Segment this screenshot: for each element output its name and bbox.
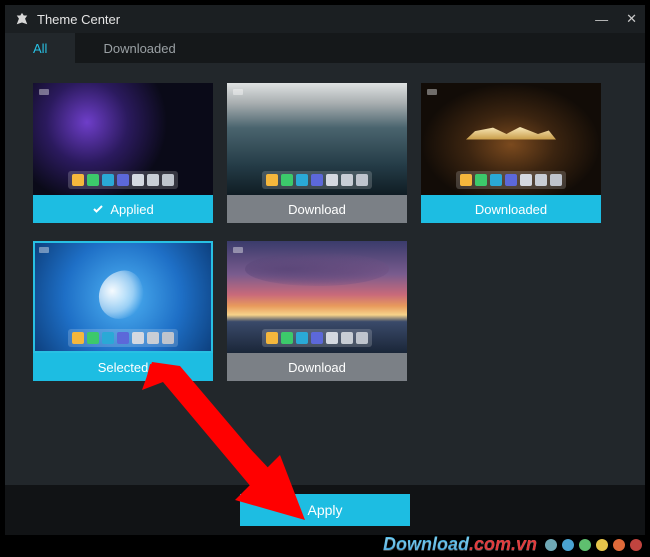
tabs: All Downloaded: [5, 33, 645, 63]
theme-center-window: Theme Center — ✕ All Downloaded Applied: [5, 5, 645, 535]
watermark-text: Download.com.vn: [383, 534, 537, 555]
theme-card-feather[interactable]: Selected: [33, 241, 213, 381]
theme-card-sunset[interactable]: Download: [227, 241, 407, 381]
titlebar: Theme Center — ✕: [5, 5, 645, 33]
theme-card-asteroid[interactable]: Download: [227, 83, 407, 223]
watermark-dots: [545, 539, 642, 551]
theme-grid-container: Applied Download Downloaded: [5, 63, 645, 485]
minimize-button[interactable]: —: [595, 12, 608, 27]
tab-all[interactable]: All: [5, 33, 75, 63]
tab-downloaded[interactable]: Downloaded: [75, 33, 203, 63]
theme-card-lineage[interactable]: Downloaded: [421, 83, 601, 223]
footer-bar: Apply: [5, 485, 645, 535]
theme-thumbnail: [227, 241, 407, 353]
apply-button[interactable]: Apply: [240, 494, 410, 526]
theme-card-galaxy[interactable]: Applied: [33, 83, 213, 223]
theme-status-label: Download: [227, 353, 407, 381]
theme-status-label: Applied: [33, 195, 213, 223]
window-title: Theme Center: [37, 12, 120, 27]
theme-thumbnail: [33, 83, 213, 195]
close-button[interactable]: ✕: [626, 11, 637, 27]
theme-thumbnail: [227, 83, 407, 195]
theme-status-label: Selected: [33, 353, 213, 381]
watermark: Download.com.vn: [383, 534, 642, 555]
check-icon: [92, 203, 104, 215]
app-icon: [15, 12, 29, 26]
theme-thumbnail: [421, 83, 601, 195]
theme-status-label: Download: [227, 195, 407, 223]
theme-thumbnail: [33, 241, 213, 353]
theme-status-label: Downloaded: [421, 195, 601, 223]
